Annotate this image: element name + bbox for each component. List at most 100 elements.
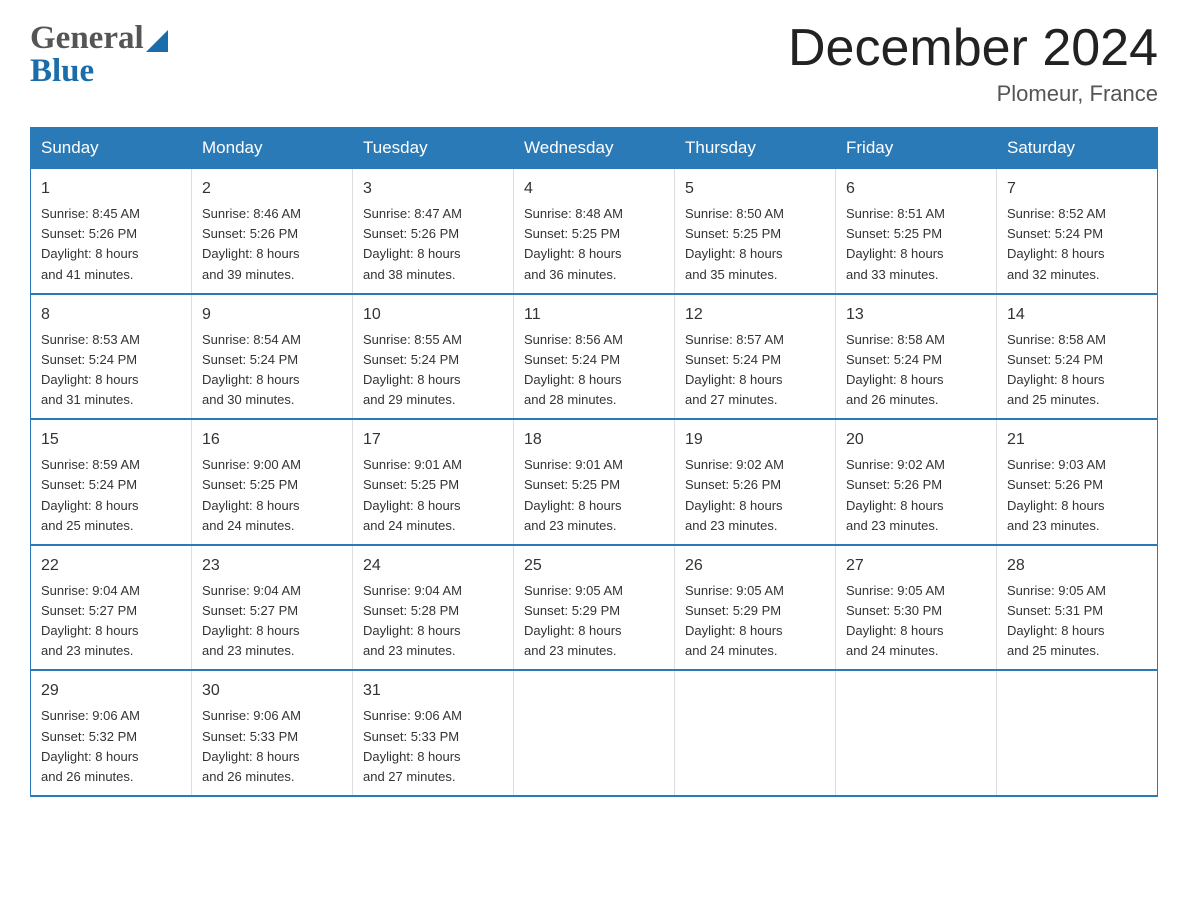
day-number: 26 [685, 554, 825, 578]
calendar-cell [836, 670, 997, 796]
calendar-week-row: 22 Sunrise: 9:04 AMSunset: 5:27 PMDayligh… [31, 545, 1158, 671]
calendar-cell: 5 Sunrise: 8:50 AMSunset: 5:25 PMDaylight… [675, 169, 836, 294]
day-info: Sunrise: 9:04 AMSunset: 5:27 PMDaylight:… [202, 581, 342, 662]
calendar-cell: 22 Sunrise: 9:04 AMSunset: 5:27 PMDayligh… [31, 545, 192, 671]
day-number: 12 [685, 303, 825, 327]
col-header-thursday: Thursday [675, 128, 836, 169]
day-number: 1 [41, 177, 181, 201]
day-number: 20 [846, 428, 986, 452]
calendar-table: SundayMondayTuesdayWednesdayThursdayFrid… [30, 127, 1158, 797]
day-info: Sunrise: 9:05 AMSunset: 5:29 PMDaylight:… [685, 581, 825, 662]
logo-triangle-icon [146, 30, 168, 52]
day-info: Sunrise: 8:56 AMSunset: 5:24 PMDaylight:… [524, 330, 664, 411]
day-info: Sunrise: 8:52 AMSunset: 5:24 PMDaylight:… [1007, 204, 1147, 285]
day-info: Sunrise: 9:02 AMSunset: 5:26 PMDaylight:… [846, 455, 986, 536]
day-info: Sunrise: 9:06 AMSunset: 5:33 PMDaylight:… [202, 706, 342, 787]
day-info: Sunrise: 9:01 AMSunset: 5:25 PMDaylight:… [524, 455, 664, 536]
calendar-cell: 3 Sunrise: 8:47 AMSunset: 5:26 PMDaylight… [353, 169, 514, 294]
day-info: Sunrise: 9:05 AMSunset: 5:31 PMDaylight:… [1007, 581, 1147, 662]
day-info: Sunrise: 9:03 AMSunset: 5:26 PMDaylight:… [1007, 455, 1147, 536]
day-number: 24 [363, 554, 503, 578]
day-number: 23 [202, 554, 342, 578]
col-header-sunday: Sunday [31, 128, 192, 169]
calendar-cell: 13Sunrise: 8:58 AMSunset: 5:24 PMDayligh… [836, 294, 997, 420]
calendar-cell: 24 Sunrise: 9:04 AMSunset: 5:28 PMDayligh… [353, 545, 514, 671]
calendar-cell: 14Sunrise: 8:58 AMSunset: 5:24 PMDayligh… [997, 294, 1158, 420]
day-number: 4 [524, 177, 664, 201]
calendar-cell: 4 Sunrise: 8:48 AMSunset: 5:25 PMDaylight… [514, 169, 675, 294]
col-header-friday: Friday [836, 128, 997, 169]
day-info: Sunrise: 8:54 AMSunset: 5:24 PMDaylight:… [202, 330, 342, 411]
day-number: 10 [363, 303, 503, 327]
day-number: 11 [524, 303, 664, 327]
calendar-cell: 17 Sunrise: 9:01 AMSunset: 5:25 PMDayligh… [353, 419, 514, 545]
calendar-week-row: 29Sunrise: 9:06 AMSunset: 5:32 PMDayligh… [31, 670, 1158, 796]
calendar-cell: 23 Sunrise: 9:04 AMSunset: 5:27 PMDayligh… [192, 545, 353, 671]
day-number: 30 [202, 679, 342, 703]
day-info: Sunrise: 9:06 AMSunset: 5:33 PMDaylight:… [363, 706, 503, 787]
day-info: Sunrise: 9:06 AMSunset: 5:32 PMDaylight:… [41, 706, 181, 787]
calendar-week-row: 8 Sunrise: 8:53 AMSunset: 5:24 PMDaylight… [31, 294, 1158, 420]
day-info: Sunrise: 9:01 AMSunset: 5:25 PMDaylight:… [363, 455, 503, 536]
calendar-week-row: 15Sunrise: 8:59 AMSunset: 5:24 PMDayligh… [31, 419, 1158, 545]
title-block: December 2024 Plomeur, France [788, 20, 1158, 107]
col-header-monday: Monday [192, 128, 353, 169]
calendar-cell: 25Sunrise: 9:05 AMSunset: 5:29 PMDayligh… [514, 545, 675, 671]
day-number: 21 [1007, 428, 1147, 452]
day-number: 8 [41, 303, 181, 327]
calendar-cell: 29Sunrise: 9:06 AMSunset: 5:32 PMDayligh… [31, 670, 192, 796]
day-number: 22 [41, 554, 181, 578]
day-info: Sunrise: 9:02 AMSunset: 5:26 PMDaylight:… [685, 455, 825, 536]
day-info: Sunrise: 8:55 AMSunset: 5:24 PMDaylight:… [363, 330, 503, 411]
day-number: 16 [202, 428, 342, 452]
calendar-cell: 21 Sunrise: 9:03 AMSunset: 5:26 PMDayligh… [997, 419, 1158, 545]
day-info: Sunrise: 9:04 AMSunset: 5:27 PMDaylight:… [41, 581, 181, 662]
day-number: 3 [363, 177, 503, 201]
day-info: Sunrise: 8:53 AMSunset: 5:24 PMDaylight:… [41, 330, 181, 411]
day-info: Sunrise: 9:00 AMSunset: 5:25 PMDaylight:… [202, 455, 342, 536]
logo-general-text: General [30, 20, 144, 57]
calendar-cell [997, 670, 1158, 796]
calendar-cell [675, 670, 836, 796]
calendar-cell: 27 Sunrise: 9:05 AMSunset: 5:30 PMDayligh… [836, 545, 997, 671]
calendar-week-row: 1Sunrise: 8:45 AMSunset: 5:26 PMDaylight… [31, 169, 1158, 294]
day-info: Sunrise: 8:48 AMSunset: 5:25 PMDaylight:… [524, 204, 664, 285]
calendar-cell: 18Sunrise: 9:01 AMSunset: 5:25 PMDayligh… [514, 419, 675, 545]
day-info: Sunrise: 8:59 AMSunset: 5:24 PMDaylight:… [41, 455, 181, 536]
day-number: 7 [1007, 177, 1147, 201]
day-number: 2 [202, 177, 342, 201]
calendar-cell: 12 Sunrise: 8:57 AMSunset: 5:24 PMDayligh… [675, 294, 836, 420]
calendar-cell: 20 Sunrise: 9:02 AMSunset: 5:26 PMDayligh… [836, 419, 997, 545]
day-info: Sunrise: 9:04 AMSunset: 5:28 PMDaylight:… [363, 581, 503, 662]
calendar-cell: 6Sunrise: 8:51 AMSunset: 5:25 PMDaylight… [836, 169, 997, 294]
logo-blue-text: Blue [30, 53, 94, 89]
calendar-cell: 1Sunrise: 8:45 AMSunset: 5:26 PMDaylight… [31, 169, 192, 294]
day-info: Sunrise: 9:05 AMSunset: 5:30 PMDaylight:… [846, 581, 986, 662]
page-subtitle: Plomeur, France [788, 81, 1158, 107]
day-number: 25 [524, 554, 664, 578]
day-info: Sunrise: 8:47 AMSunset: 5:26 PMDaylight:… [363, 204, 503, 285]
calendar-cell: 28 Sunrise: 9:05 AMSunset: 5:31 PMDayligh… [997, 545, 1158, 671]
calendar-cell: 8 Sunrise: 8:53 AMSunset: 5:24 PMDaylight… [31, 294, 192, 420]
day-info: Sunrise: 8:50 AMSunset: 5:25 PMDaylight:… [685, 204, 825, 285]
day-number: 5 [685, 177, 825, 201]
calendar-cell: 2 Sunrise: 8:46 AMSunset: 5:26 PMDaylight… [192, 169, 353, 294]
page-title: December 2024 [788, 20, 1158, 77]
calendar-cell [514, 670, 675, 796]
day-number: 19 [685, 428, 825, 452]
calendar-cell: 26 Sunrise: 9:05 AMSunset: 5:29 PMDayligh… [675, 545, 836, 671]
day-info: Sunrise: 8:58 AMSunset: 5:24 PMDaylight:… [846, 330, 986, 411]
day-number: 27 [846, 554, 986, 578]
day-number: 14 [1007, 303, 1147, 327]
calendar-cell: 10 Sunrise: 8:55 AMSunset: 5:24 PMDayligh… [353, 294, 514, 420]
logo: General Blue [30, 20, 168, 90]
day-info: Sunrise: 8:57 AMSunset: 5:24 PMDaylight:… [685, 330, 825, 411]
calendar-cell: 7 Sunrise: 8:52 AMSunset: 5:24 PMDaylight… [997, 169, 1158, 294]
col-header-wednesday: Wednesday [514, 128, 675, 169]
day-number: 28 [1007, 554, 1147, 578]
calendar-cell: 19 Sunrise: 9:02 AMSunset: 5:26 PMDayligh… [675, 419, 836, 545]
day-info: Sunrise: 8:46 AMSunset: 5:26 PMDaylight:… [202, 204, 342, 285]
day-number: 17 [363, 428, 503, 452]
day-number: 31 [363, 679, 503, 703]
day-number: 6 [846, 177, 986, 201]
